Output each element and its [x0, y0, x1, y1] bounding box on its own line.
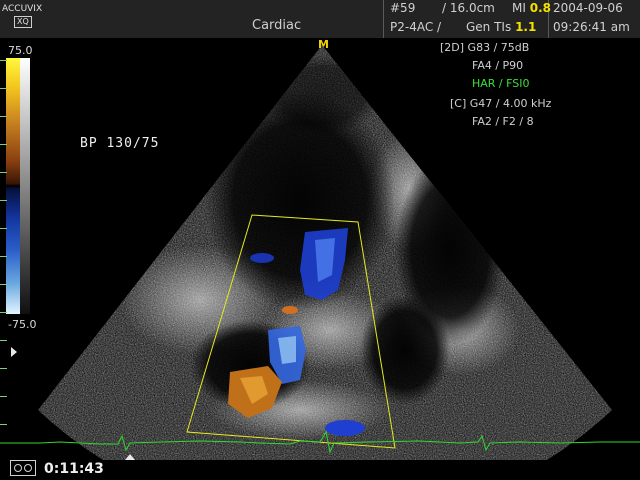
depth-tick: [0, 312, 7, 313]
depth-tick: [0, 368, 7, 369]
depth-tick: [0, 116, 7, 117]
probe-preset: P2-4AC /: [390, 20, 442, 34]
header-divider: [383, 0, 384, 38]
depth: / 16.0cm: [442, 1, 495, 15]
triangle-up-icon: [125, 454, 135, 460]
bp-annotation: BP 130/75: [80, 136, 160, 151]
depth-tick: [0, 144, 7, 145]
logo: ACCUVIX XQ: [2, 4, 46, 30]
echo-image: [0, 45, 640, 460]
info-2d-frame: FA4 / P90: [472, 59, 524, 72]
date: 2004-09-06: [553, 1, 623, 15]
info-harmonic: HAR / FSI0: [472, 77, 530, 90]
info-color-filter: FA2 / F2 / 8: [472, 115, 534, 128]
tis-label: Gen TIs: [466, 20, 512, 34]
logo-sub: XQ: [14, 16, 32, 28]
triangle-right-icon: [11, 347, 17, 357]
mi-value: 0.8: [529, 1, 551, 15]
depth-tick: [0, 340, 7, 341]
cine-timer: 0:11:43: [44, 461, 104, 477]
depth-tick: [0, 256, 7, 257]
velocity-max-label: 75.0: [8, 44, 33, 57]
logo-main: ACCUVIX: [2, 4, 43, 14]
depth-tick: [0, 396, 7, 397]
velocity-min-label: -75.0: [8, 318, 37, 331]
depth-tick: [0, 424, 7, 425]
grayscale-bar: [20, 58, 30, 314]
tis-readout: Gen TIs 1.1: [466, 20, 536, 34]
depth-tick: [0, 228, 7, 229]
depth-tick: [0, 88, 7, 89]
time: 09:26:41 am: [553, 20, 630, 34]
app-title: Cardiac: [252, 18, 302, 33]
ultrasound-screen: ACCUVIX XQ Cardiac #59 / 16.0cm MI 0.8 P…: [0, 0, 640, 480]
depth-tick: [0, 60, 7, 61]
tis-value: 1.1: [515, 20, 537, 34]
mi-label: MI: [512, 1, 526, 15]
color-velocity-bar: [6, 58, 20, 314]
header-bar: ACCUVIX XQ Cardiac #59 / 16.0cm MI 0.8 P…: [0, 0, 640, 38]
info-color-gain: [C] G47 / 4.00 kHz: [450, 97, 552, 110]
depth-tick: [0, 200, 7, 201]
depth-tick: [0, 172, 7, 173]
depth-tick: [0, 284, 7, 285]
mi-readout: MI 0.8: [512, 1, 551, 15]
image-number: #59: [390, 1, 416, 15]
focus-marker: M: [318, 38, 329, 51]
info-2d-gain: [2D] G83 / 75dB: [440, 41, 530, 54]
cine-loop-icon[interactable]: [10, 460, 36, 476]
